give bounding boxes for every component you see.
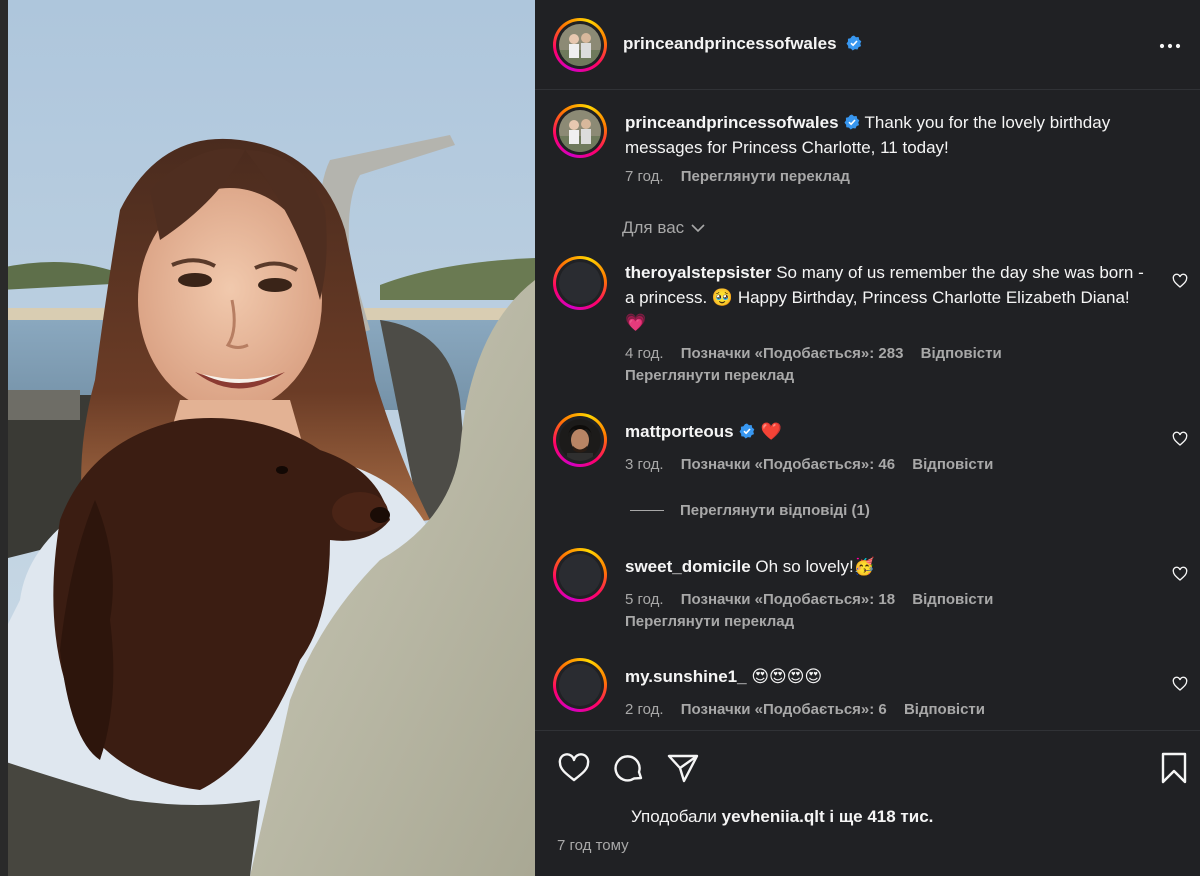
comments-filter-label: Для вас xyxy=(622,218,685,237)
comment-time[interactable]: 4 год. xyxy=(625,345,664,362)
avatar-photo-icon xyxy=(559,419,601,461)
caption-avatar[interactable] xyxy=(553,104,607,158)
caption-meta: 7 год. Переглянути переклад xyxy=(625,168,863,185)
commenter-avatar[interactable] xyxy=(553,413,607,467)
caption-translate-link[interactable]: Переглянути переклад xyxy=(681,168,850,185)
avatar-photo-icon xyxy=(559,24,601,66)
commenter-avatar[interactable] xyxy=(553,256,607,310)
comment-likes[interactable]: Позначки «Подобається»: 46 xyxy=(681,456,895,473)
bookmark-icon[interactable] xyxy=(1157,751,1191,785)
comments-filter-dropdown[interactable]: Для вас xyxy=(622,218,706,238)
author-avatar[interactable] xyxy=(553,18,607,72)
verified-icon xyxy=(846,35,862,51)
replies-divider xyxy=(630,510,664,511)
comment-time[interactable]: 2 год. xyxy=(625,701,664,718)
comment-time[interactable]: 3 год. xyxy=(625,456,664,473)
comment-likes[interactable]: Позначки «Подобається»: 6 xyxy=(681,701,887,718)
comment-likes[interactable]: Позначки «Подобається»: 18 xyxy=(681,591,895,608)
post-header: princeandprincessofwales xyxy=(535,0,1200,90)
comment-reply-button[interactable]: Відповісти xyxy=(912,591,993,608)
comment-reply-button[interactable]: Відповісти xyxy=(921,345,1002,362)
commenter-avatar[interactable] xyxy=(553,548,607,602)
comment-username[interactable]: theroyalstepsister xyxy=(625,263,771,282)
post-detail-panel: princeandprincessofwales princeandprince… xyxy=(535,0,1200,876)
comment-like-heart-icon[interactable] xyxy=(1172,676,1188,692)
photo-left-edge xyxy=(0,0,8,876)
post-photo[interactable] xyxy=(0,0,535,876)
share-icon[interactable] xyxy=(666,751,700,785)
comment-reply-button[interactable]: Відповісти xyxy=(904,701,985,718)
heart-icon[interactable] xyxy=(557,751,591,785)
avatar-photo-icon xyxy=(559,110,601,152)
comment-username[interactable]: sweet_domicile xyxy=(625,557,751,576)
commenter-avatar[interactable] xyxy=(553,658,607,712)
comment-meta: 3 год. Позначки «Подобається»: 46 Відпов… xyxy=(625,456,1006,473)
comment-username[interactable]: my.sunshine1_ xyxy=(625,667,747,686)
author-username[interactable]: princeandprincessofwales xyxy=(623,34,837,53)
comment-translate-link[interactable]: Переглянути переклад xyxy=(625,367,794,384)
comment-icon[interactable] xyxy=(612,751,646,785)
comment-text: ❤️ xyxy=(760,422,782,441)
comment-like-heart-icon[interactable] xyxy=(1172,431,1188,447)
verified-icon xyxy=(739,423,754,439)
comment-meta: 2 год. Позначки «Подобається»: 6 Відпові… xyxy=(625,701,998,718)
post-actions-bar: Уподобали yevheniia.qlt і ще 418 тис. 7 … xyxy=(535,730,1200,876)
comment-likes[interactable]: Позначки «Подобається»: 283 xyxy=(681,345,904,362)
comment-like-heart-icon[interactable] xyxy=(1172,566,1188,582)
view-replies-label: Переглянути відповіді (1) xyxy=(680,502,870,519)
likes-suffix: і ще 418 тис. xyxy=(829,807,934,826)
view-replies-button[interactable]: Переглянути відповіді (1) xyxy=(630,502,870,519)
comment-reply-button[interactable]: Відповісти xyxy=(912,456,993,473)
post-photo-image xyxy=(0,0,535,876)
comment-translate-link[interactable]: Переглянути переклад xyxy=(625,613,794,630)
likes-prefix: Уподобали xyxy=(631,807,717,826)
caption-time[interactable]: 7 год. xyxy=(625,168,664,185)
comment-like-heart-icon[interactable] xyxy=(1172,273,1188,289)
likes-user[interactable]: yevheniia.qlt xyxy=(722,807,825,826)
likes-summary[interactable]: Уподобали yevheniia.qlt і ще 418 тис. xyxy=(631,807,933,827)
post-time-ago[interactable]: 7 год тому xyxy=(557,837,629,854)
comment-text: Oh so lovely!🥳 xyxy=(755,557,875,576)
comment-time[interactable]: 5 год. xyxy=(625,591,664,608)
caption-username[interactable]: princeandprincessofwales xyxy=(625,113,839,132)
comment-meta: 4 год. Позначки «Подобається»: 283 Відпо… xyxy=(625,345,1015,362)
verified-icon xyxy=(844,114,859,130)
comment-username[interactable]: mattporteous xyxy=(625,422,734,441)
comment-meta: 5 год. Позначки «Подобається»: 18 Відпов… xyxy=(625,591,1006,608)
more-icon[interactable] xyxy=(1158,36,1182,56)
chevron-down-icon xyxy=(691,224,705,233)
comment-text: 😍😍😍😍 xyxy=(751,667,823,686)
